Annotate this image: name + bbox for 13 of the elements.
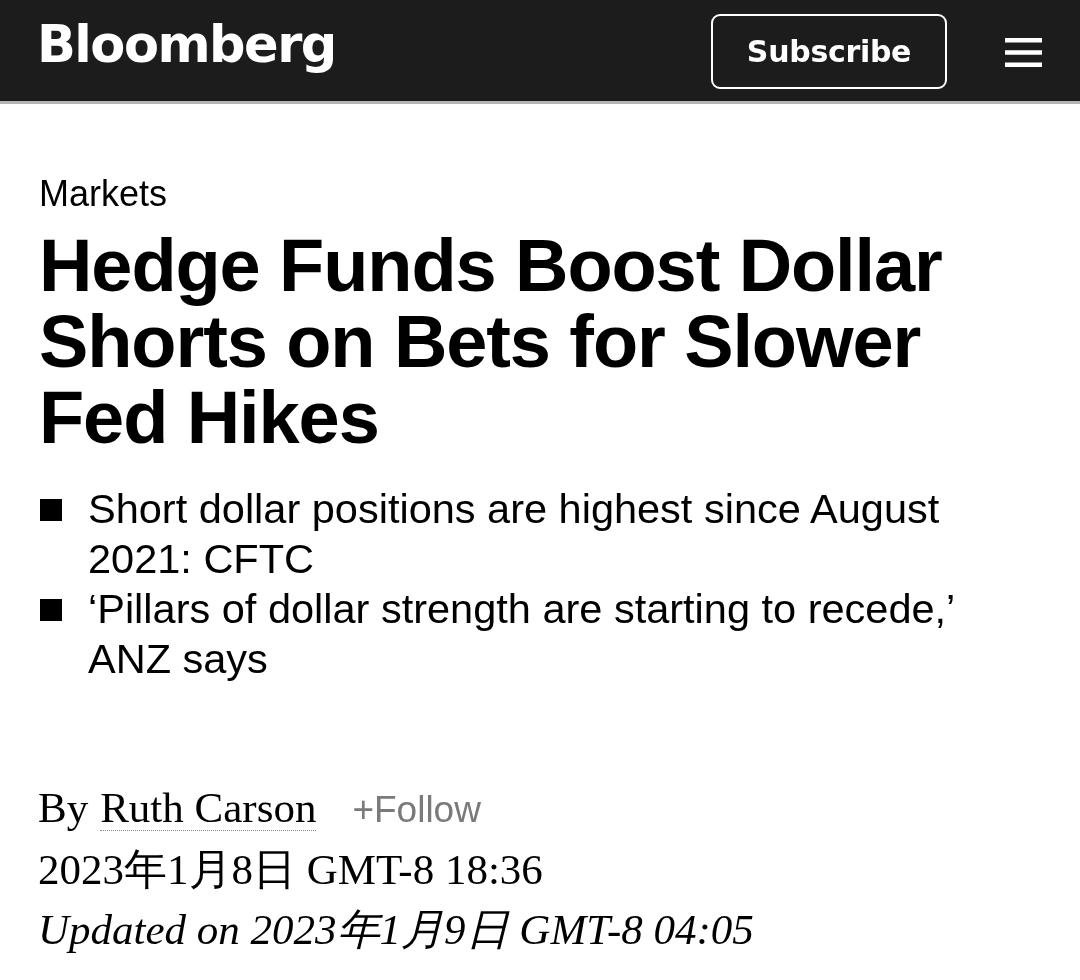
follow-link[interactable]: +Follow [352, 784, 481, 836]
published-date: 2023年1月8日 GMT-8 18:36 [38, 845, 544, 895]
summary-bullet-text: ‘Pillars of dollar strength are starting to recede,’ ANZ says [88, 584, 955, 684]
summary-bullet-text: Short dollar positions are highest since August 2021: CFTC [88, 484, 941, 584]
category-link[interactable]: Markets [39, 172, 168, 216]
bullet-icon [40, 499, 62, 521]
author-link[interactable]: Ruth Carson [100, 786, 317, 831]
byline-prefix: By [38, 783, 89, 833]
headline: Hedge Funds Boost Dollar Shorts on Bets for Slower Fed Hikes [39, 228, 943, 456]
updated-date: Updated on 2023年1月9日 GMT-8 04:05 [38, 905, 755, 955]
menu-icon[interactable] [1005, 38, 1042, 67]
subscribe-button[interactable]: Subscribe [711, 14, 947, 89]
bullet-icon [40, 599, 62, 621]
